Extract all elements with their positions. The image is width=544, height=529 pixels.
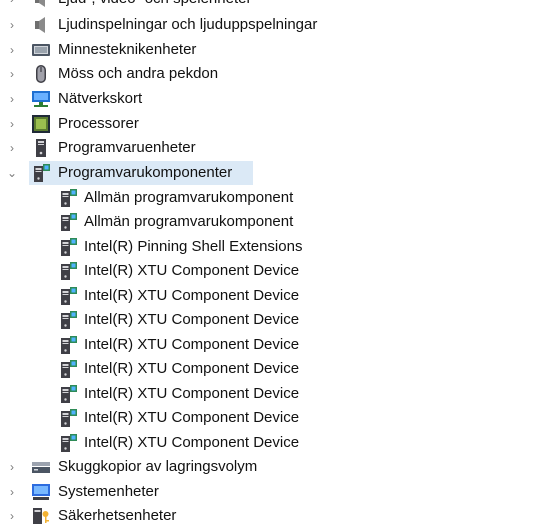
chevron-right-icon[interactable]: › [6,455,18,479]
tree-item-label: Allmän programvarukomponent [84,213,294,230]
tree-child-item[interactable]: Intel(R) XTU Component Device [0,406,544,430]
software-component-icon [61,287,77,305]
tree-item-label: Intel(R) XTU Component Device [84,262,300,279]
system-device-icon [32,484,50,500]
software-component-icon [61,262,77,280]
tree-item-label: Ljud-, video- och spelenheter [58,0,251,11]
tree-child-item[interactable]: Allmän programvarukomponent [0,210,544,234]
tree-item-label: Nätverkskort [58,90,143,107]
tree-item-label: Intel(R) XTU Component Device [84,287,300,304]
tree-item-network-adapters[interactable]: › Nätverkskort [0,87,544,111]
software-component-icon [61,189,77,207]
tree-item-storage-volume-shadow-copies[interactable]: › Skuggkopior av lagringsvolym [0,455,544,479]
processor-icon [32,115,50,133]
tree-item-label: Minnesteknikenheter [58,41,197,58]
tree-item-label: Möss och andra pekdon [58,65,219,82]
chevron-right-icon[interactable]: › [6,112,18,136]
security-device-icon [33,508,49,524]
tree-item-system-devices[interactable]: › Systemenheter [0,480,544,504]
tree-child-item[interactable]: Intel(R) XTU Component Device [0,284,544,308]
tree-child-item[interactable]: Intel(R) XTU Component Device [0,308,544,332]
software-component-icon [61,385,77,403]
storage-volume-icon [32,462,50,473]
tree-item-memory-technology-devices[interactable]: › Minnesteknikenheter [0,38,544,62]
tree-item-label: Processorer [58,115,139,132]
software-component-icon [61,336,77,354]
tree-child-item[interactable]: Intel(R) Pinning Shell Extensions [0,235,544,259]
mouse-icon [36,65,46,83]
tree-item-label: Intel(R) XTU Component Device [84,311,300,328]
tree-item-software-components[interactable]: ⌄ Programvarukomponenter [0,161,544,185]
chevron-right-icon[interactable]: › [6,38,18,62]
tree-item-mice[interactable]: › Möss och andra pekdon [0,62,544,86]
chevron-right-icon[interactable]: › [6,62,18,86]
tree-item-audio-video-games[interactable]: › Ljud-, video- och spelenheter [0,0,544,11]
tree-item-label: Skuggkopior av lagringsvolym [58,458,258,475]
software-component-icon [34,164,50,182]
tree-child-item[interactable]: Intel(R) XTU Component Device [0,431,544,455]
tree-item-label: Systemenheter [58,483,159,500]
tree-child-item[interactable]: Intel(R) XTU Component Device [0,259,544,283]
tree-item-software-devices[interactable]: › Programvaruenheter [0,136,544,160]
software-component-icon [61,311,77,329]
tree-item-label: Allmän programvarukomponent [84,189,294,206]
tree-item-label: Säkerhetsenheter [58,507,177,524]
tree-item-processors[interactable]: › Processorer [0,112,544,136]
chevron-right-icon[interactable]: › [6,480,18,504]
software-component-icon [61,434,77,452]
chevron-right-icon[interactable]: › [6,13,18,37]
tree-item-label: Programvaruenheter [58,139,196,156]
software-component-icon [61,360,77,378]
chevron-down-icon[interactable]: ⌄ [6,161,18,185]
software-component-icon [61,238,77,256]
memory-device-icon [32,44,50,56]
tree-item-label: Programvarukomponenter [58,164,233,181]
software-component-icon [61,409,77,427]
tree-item-label: Intel(R) XTU Component Device [84,434,300,451]
speaker-icon [35,0,45,7]
tree-item-label: Intel(R) XTU Component Device [84,409,300,426]
tree-child-item[interactable]: Intel(R) XTU Component Device [0,357,544,381]
device-tree: › Ljud-, video- och spelenheter › Ljudin… [0,0,544,529]
tree-child-item[interactable]: Intel(R) XTU Component Device [0,382,544,406]
tree-child-item[interactable]: Allmän programvarukomponent [0,186,544,210]
tree-item-audio-inputs-outputs[interactable]: › Ljudinspelningar och ljuduppspelningar [0,13,544,37]
tree-item-security-devices[interactable]: › Säkerhetsenheter [0,504,544,528]
software-component-icon [61,213,77,231]
chevron-right-icon[interactable]: › [6,87,18,111]
tree-item-label: Intel(R) XTU Component Device [84,336,300,353]
chevron-right-icon[interactable]: › [6,504,18,528]
tree-child-item[interactable]: Intel(R) XTU Component Device [0,333,544,357]
chevron-right-icon[interactable]: › [6,0,18,11]
software-device-icon [36,139,46,157]
tree-item-label: Ljudinspelningar och ljuduppspelningar [58,16,318,33]
network-adapter-icon [32,91,50,107]
chevron-right-icon[interactable]: › [6,136,18,160]
tree-item-label: Intel(R) Pinning Shell Extensions [84,238,303,255]
tree-item-label: Intel(R) XTU Component Device [84,385,300,402]
speaker-icon [35,17,45,33]
tree-item-label: Intel(R) XTU Component Device [84,360,300,377]
